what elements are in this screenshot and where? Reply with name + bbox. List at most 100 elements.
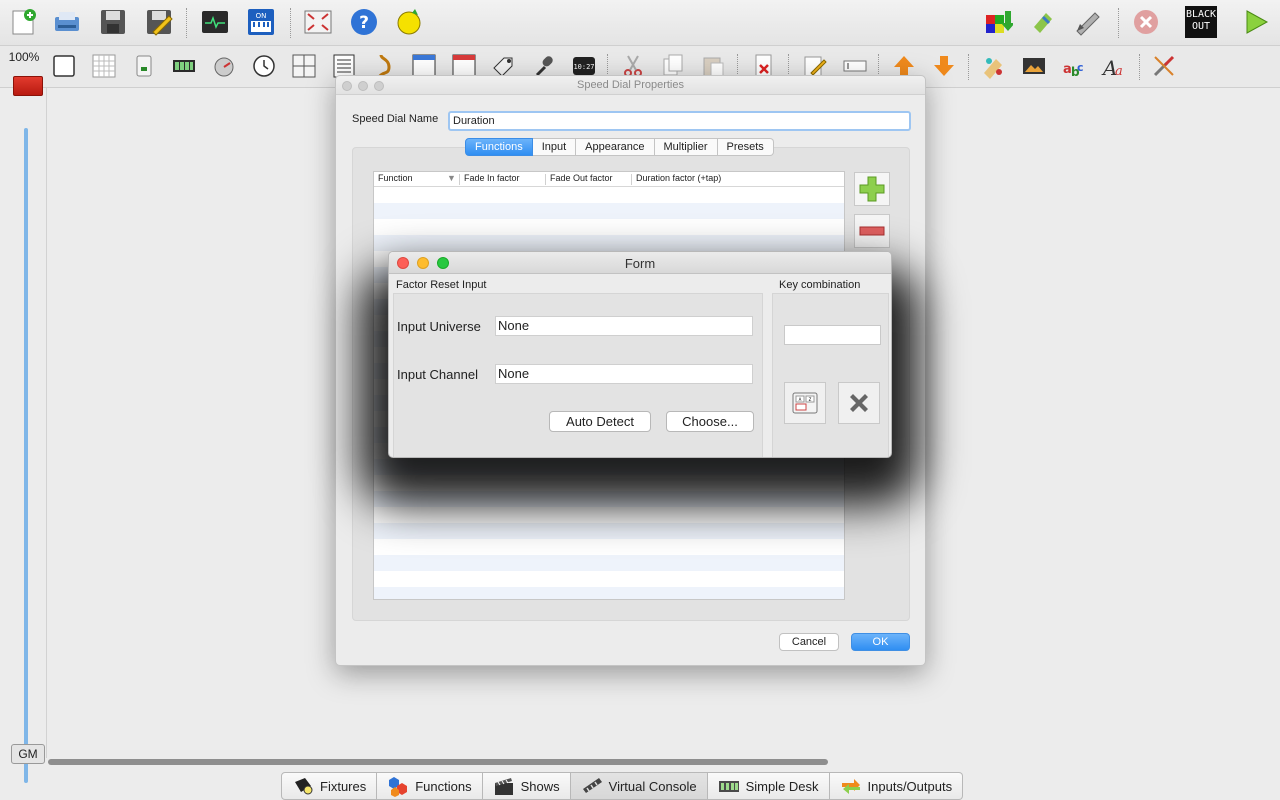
column-header-fade-in[interactable]: Fade In factor [464, 173, 520, 183]
bottom-tab-bar: Fixtures Functions Shows Virtual Console… [281, 772, 964, 800]
fullscreen-icon[interactable] [302, 6, 334, 38]
plus-icon [859, 176, 885, 202]
open-workspace-icon[interactable] [51, 6, 83, 38]
minus-icon [859, 226, 885, 236]
key-combination-field[interactable] [784, 325, 881, 345]
tab-inputs-outputs[interactable]: Inputs/Outputs [829, 772, 964, 800]
toolbar-separator [290, 8, 291, 38]
tab-label: Inputs/Outputs [867, 778, 953, 794]
svg-text:a: a [1115, 64, 1123, 79]
send-to-back-icon[interactable] [929, 51, 959, 81]
tab-presets[interactable]: Presets [717, 138, 774, 156]
svg-text:Z: Z [809, 397, 812, 402]
dmx-dump-icon[interactable] [982, 6, 1014, 38]
fixture-icon [295, 778, 313, 795]
ok-button[interactable]: OK [851, 633, 910, 651]
table-row [374, 235, 844, 251]
blackout-button[interactable]: BLACK OUT [1184, 5, 1218, 39]
detach-key-button[interactable] [838, 382, 880, 424]
tab-simple-desk[interactable]: Simple Desk [707, 772, 830, 800]
factor-reset-input-title: Factor Reset Input [396, 279, 487, 291]
table-row [374, 587, 844, 599]
table-row [374, 523, 844, 539]
tab-virtual-console[interactable]: Virtual Console [570, 772, 708, 800]
new-workspace-icon[interactable] [7, 6, 39, 38]
column-header-function[interactable]: Function [378, 173, 413, 183]
blackout-label-line2: OUT [1191, 21, 1211, 32]
tab-fixtures[interactable]: Fixtures [281, 772, 378, 800]
column-header-fade-out[interactable]: Fade Out factor [550, 173, 613, 183]
inputs-outputs-icon [841, 779, 860, 794]
font-color-icon[interactable]: abc [1059, 51, 1089, 81]
table-row [374, 555, 844, 571]
column-divider [631, 174, 632, 185]
svg-text:A: A [799, 397, 802, 402]
attach-key-button[interactable]: AZ [784, 382, 826, 424]
dialog-titlebar[interactable]: Speed Dial Properties [336, 76, 925, 95]
tab-shows[interactable]: Shows [482, 772, 571, 800]
background-color-icon[interactable] [979, 51, 1009, 81]
remove-function-button[interactable] [854, 214, 890, 248]
add-slider-icon[interactable] [129, 51, 159, 81]
tab-label: Simple Desk [745, 778, 819, 794]
input-universe-field[interactable]: None [495, 316, 753, 336]
toolbar-separator [968, 54, 969, 80]
main-toolbar: ON ? BLACK OUT [0, 0, 1280, 46]
form-titlebar[interactable]: Form [389, 252, 891, 274]
design-mode-icon[interactable] [1072, 6, 1104, 38]
speed-dial-name-input[interactable]: Duration [448, 111, 911, 131]
monitor-icon[interactable] [199, 6, 231, 38]
horizontal-scrollbar[interactable] [48, 758, 1278, 766]
tab-label: Fixtures [320, 778, 367, 794]
speed-dial-name-label: Speed Dial Name [352, 113, 439, 125]
clapperboard-icon [494, 778, 513, 795]
address-tool-icon[interactable]: ON [245, 6, 277, 38]
gm-slider-handle[interactable] [13, 76, 43, 96]
add-function-button[interactable] [854, 172, 890, 206]
font-icon[interactable]: Aa [1099, 51, 1129, 81]
table-header: Function ▼ Fade In factor Fade Out facto… [374, 172, 844, 187]
toolbar-separator [1118, 8, 1119, 38]
tab-functions-manager[interactable]: Functions [377, 772, 483, 800]
gm-slider-track[interactable] [24, 128, 28, 783]
auto-detect-button[interactable]: Auto Detect [549, 411, 651, 432]
save-as-icon[interactable] [143, 6, 175, 38]
vc-settings-icon[interactable] [1149, 51, 1179, 81]
add-button-icon[interactable] [49, 51, 79, 81]
stop-all-icon[interactable] [1130, 6, 1162, 38]
column-divider [459, 174, 460, 185]
about-icon[interactable] [394, 6, 426, 38]
cancel-button[interactable]: Cancel [779, 633, 839, 651]
gm-button[interactable]: GM [11, 744, 45, 764]
add-speed-dial-icon[interactable] [249, 51, 279, 81]
add-xy-pad-icon[interactable] [289, 51, 319, 81]
svg-text:?: ? [359, 13, 369, 33]
input-universe-label: Input Universe [397, 319, 481, 334]
table-row [374, 203, 844, 219]
background-image-icon[interactable] [1019, 51, 1049, 81]
live-edit-icon[interactable] [1028, 6, 1060, 38]
grand-master-panel: 100% GM [4, 48, 45, 783]
help-icon[interactable]: ? [348, 6, 380, 38]
choose-button[interactable]: Choose... [666, 411, 754, 432]
form-dialog: Form Factor Reset Input Input Universe N… [388, 251, 892, 458]
input-channel-field[interactable]: None [495, 364, 753, 384]
simple-desk-icon [718, 781, 739, 792]
tab-input[interactable]: Input [532, 138, 577, 156]
column-header-duration[interactable]: Duration factor (+tap) [636, 173, 721, 183]
column-divider [545, 174, 546, 185]
tab-appearance[interactable]: Appearance [576, 138, 655, 156]
scrollbar-thumb[interactable] [48, 759, 828, 765]
svg-text:c: c [1077, 61, 1084, 74]
tab-label: Functions [415, 778, 472, 794]
save-icon[interactable] [97, 6, 129, 38]
toolbar-separator [186, 8, 187, 38]
add-button-matrix-icon[interactable] [89, 51, 119, 81]
functions-icon [389, 777, 408, 797]
add-knob-icon[interactable] [209, 51, 239, 81]
tab-functions[interactable]: Functions [465, 138, 533, 156]
form-title: Form [624, 256, 656, 271]
play-mode-icon[interactable] [1240, 6, 1272, 38]
tab-multiplier[interactable]: Multiplier [654, 138, 718, 156]
add-slider-matrix-icon[interactable] [169, 51, 199, 81]
